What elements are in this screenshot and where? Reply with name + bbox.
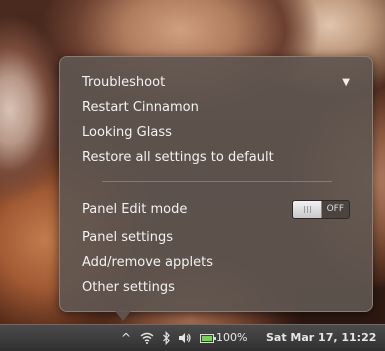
menu-item-label: Add/remove applets [82, 255, 213, 270]
toggle-grip [310, 206, 311, 213]
wifi-icon[interactable] [140, 332, 154, 344]
volume-icon[interactable] [178, 332, 192, 344]
menu-separator [102, 181, 332, 182]
menu-pointer-caret [115, 311, 131, 321]
tray-expand-icon[interactable]: ^ [121, 325, 131, 351]
submenu-arrow-icon: ▼ [342, 77, 350, 88]
panel-context-menu: Troubleshoot ▼ Restart Cinnamon Looking … [59, 56, 373, 312]
menu-item-panel-settings[interactable]: Panel settings [82, 227, 360, 249]
bottom-panel: ^ 100% Sat Mar 17, 11:22 [0, 324, 385, 351]
menu-item-label: Panel Edit mode [82, 202, 188, 217]
menu-item-restore-defaults[interactable]: Restore all settings to default [82, 147, 360, 169]
menu-item-looking-glass[interactable]: Looking Glass [82, 122, 360, 144]
toggle-state-label: OFF [326, 204, 344, 214]
toggle-knob [293, 201, 322, 218]
toggle-grip [307, 206, 308, 213]
menu-item-label: Other settings [82, 280, 175, 295]
menu-item-label: Restart Cinnamon [82, 100, 199, 115]
toggle-grip [304, 206, 305, 213]
battery-icon [200, 333, 216, 343]
menu-item-label: Troubleshoot [82, 75, 166, 90]
menu-item-label: Restore all settings to default [82, 150, 274, 165]
menu-item-troubleshoot[interactable]: Troubleshoot ▼ [82, 72, 360, 94]
menu-item-add-remove-applets[interactable]: Add/remove applets [82, 252, 360, 274]
menu-item-label: Looking Glass [82, 125, 172, 140]
bluetooth-icon[interactable] [162, 331, 171, 345]
clock[interactable]: Sat Mar 17, 11:22 [266, 325, 376, 351]
menu-item-label: Panel settings [82, 230, 174, 245]
menu-item-panel-edit-mode[interactable]: Panel Edit mode OFF [82, 199, 360, 221]
menu-item-restart-cinnamon[interactable]: Restart Cinnamon [82, 97, 360, 119]
battery-indicator[interactable]: 100% [200, 325, 247, 351]
panel-edit-mode-toggle[interactable]: OFF [292, 200, 350, 219]
menu-item-other-settings[interactable]: Other settings [82, 277, 360, 299]
battery-percent: 100% [216, 331, 248, 344]
